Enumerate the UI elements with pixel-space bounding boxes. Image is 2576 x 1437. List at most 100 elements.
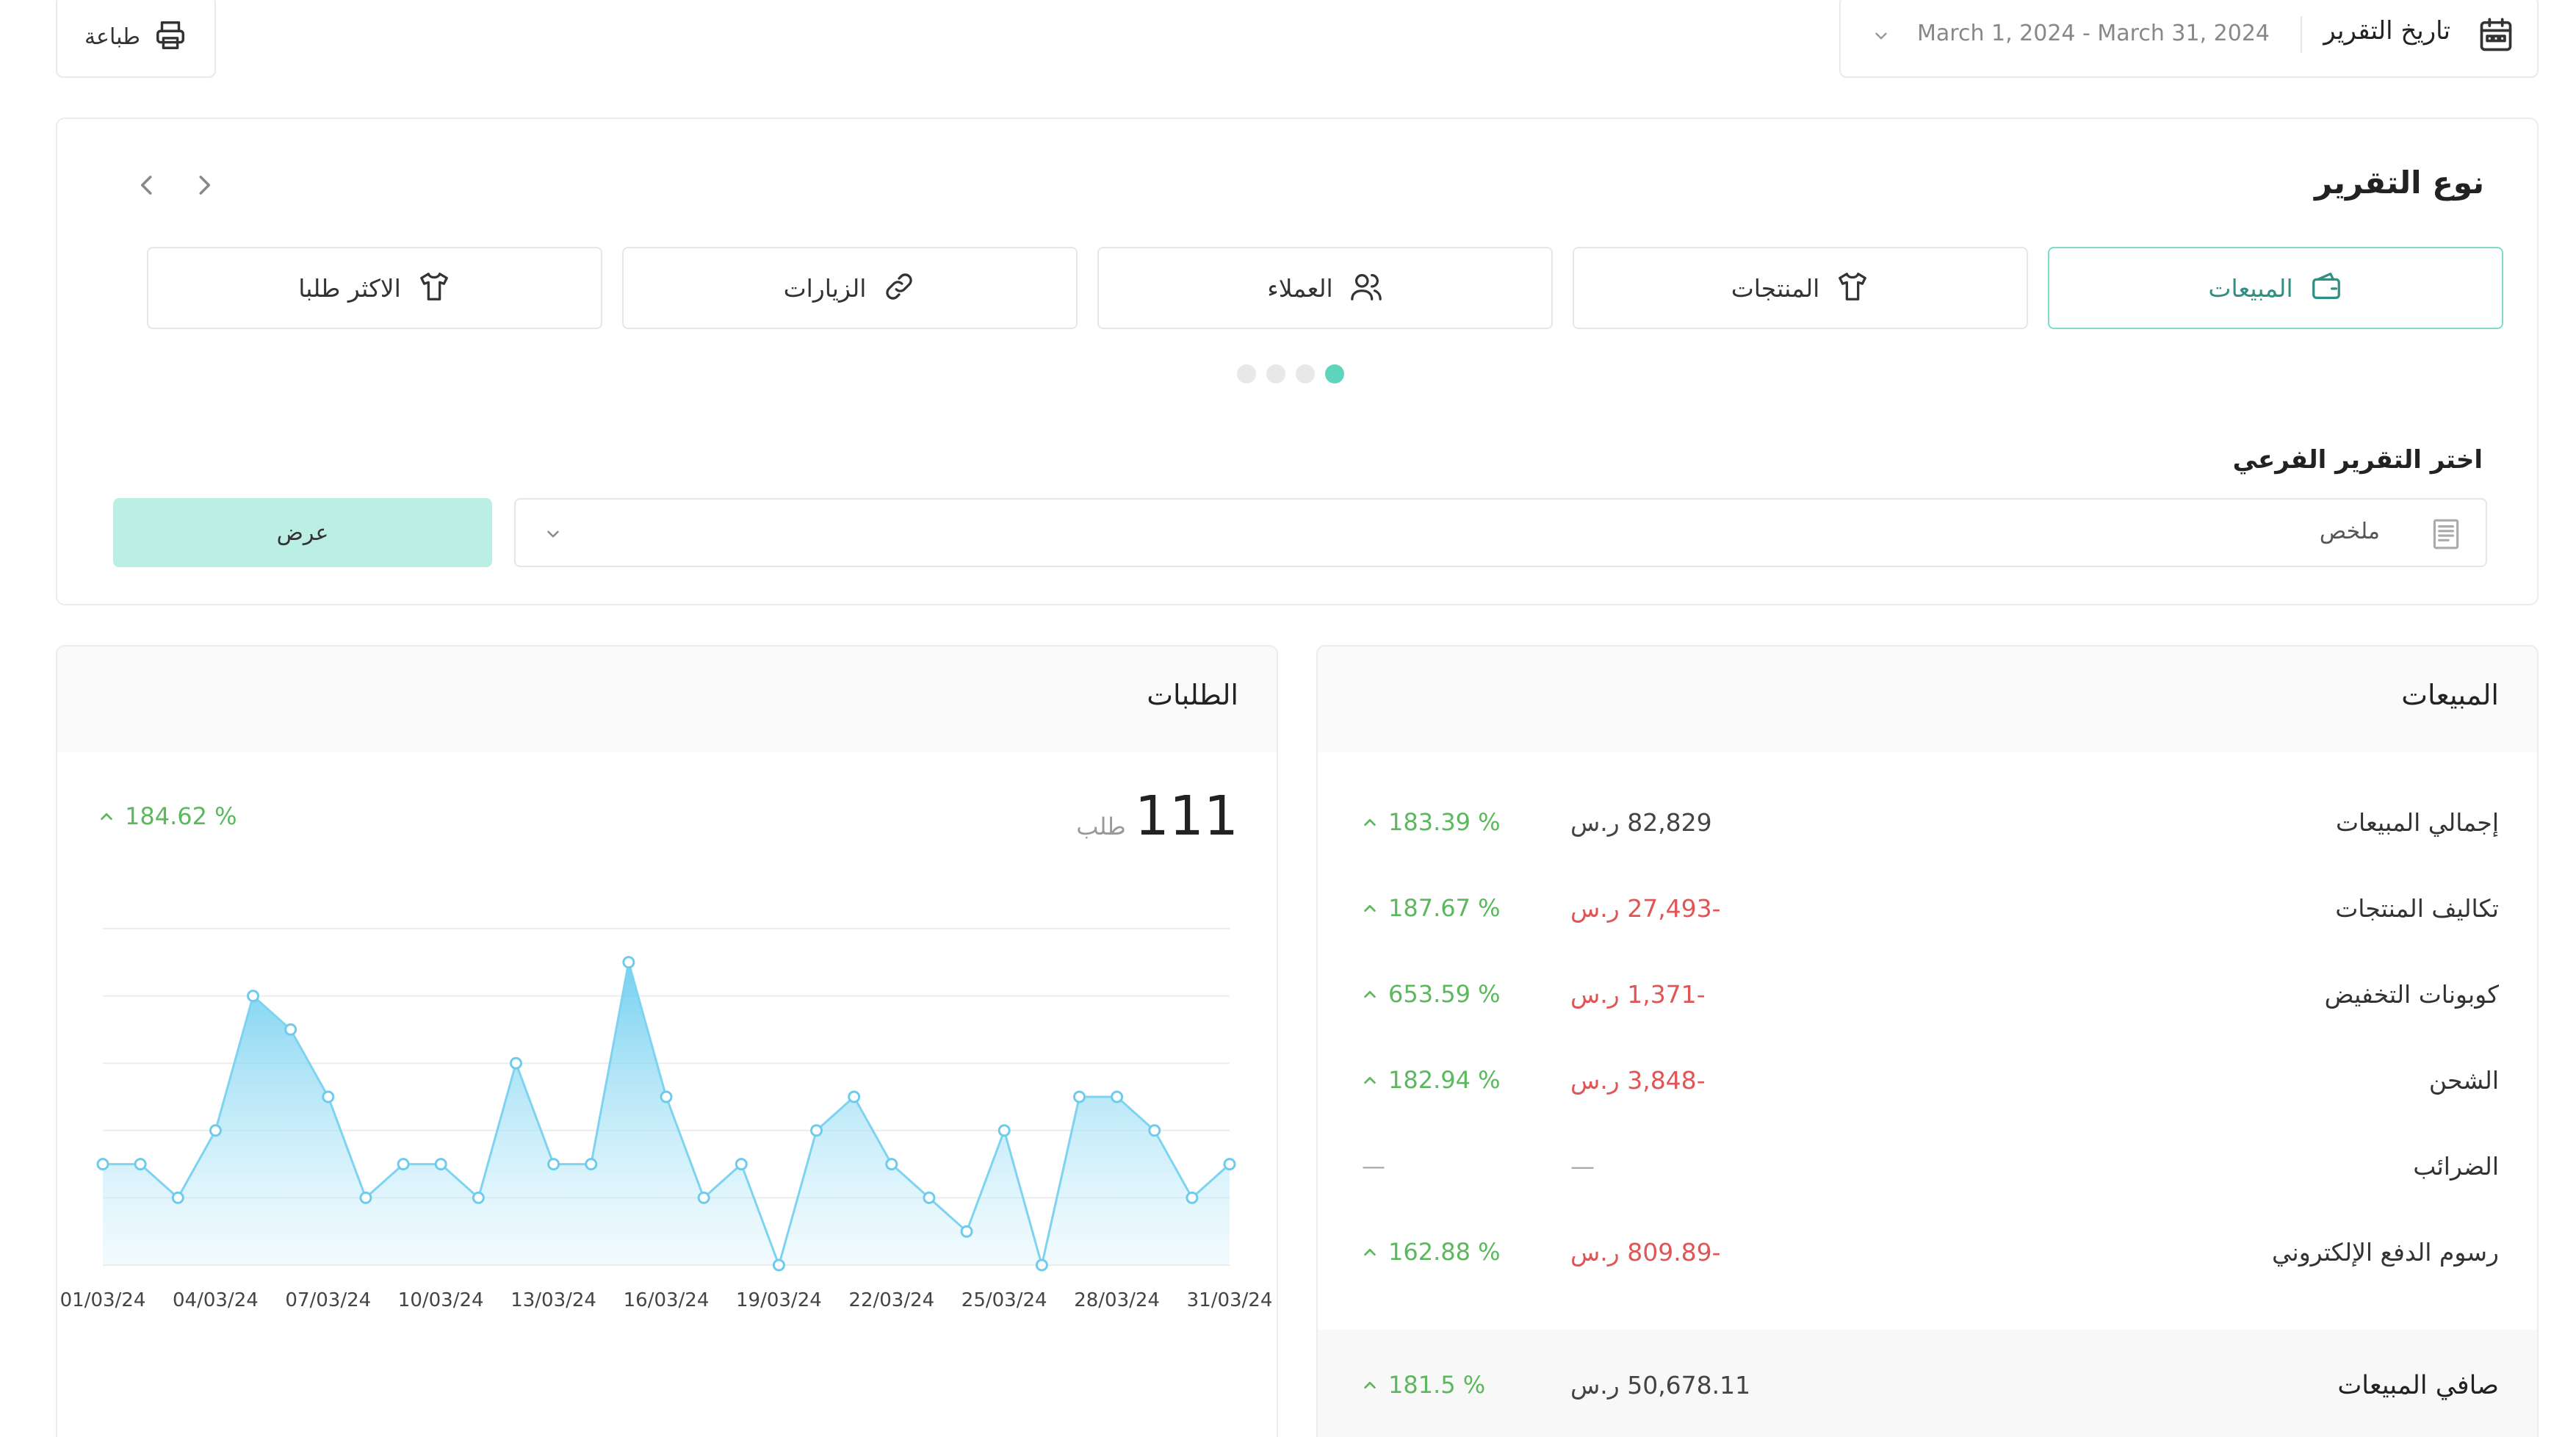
net-sales-change-value: 181.5 % xyxy=(1388,1371,1486,1399)
document-icon xyxy=(2427,516,2464,555)
chart-point[interactable] xyxy=(509,1056,522,1070)
chart-tick-label: 01/03/24 xyxy=(60,1289,146,1311)
type-label: المنتجات xyxy=(1731,273,1820,303)
arrow-up-icon xyxy=(1364,818,1376,826)
net-sales-amount: 50,678.11 ر.س xyxy=(1570,1371,1751,1400)
sales-row-change: 182.94 % xyxy=(1362,1066,1501,1094)
chart-tick-label: 31/03/24 xyxy=(1187,1289,1273,1311)
chart-point[interactable] xyxy=(810,1124,823,1137)
chart-point[interactable] xyxy=(1186,1191,1199,1204)
arrow-up-icon xyxy=(1364,1076,1376,1084)
printer-icon xyxy=(154,18,187,55)
orders-card: الطلبات 111 طلب 184.62 % 01/03/24 04/03/2… xyxy=(56,645,1278,1437)
chart-point[interactable] xyxy=(322,1090,335,1103)
type-label: المبيعات xyxy=(2208,273,2293,303)
chart-point[interactable] xyxy=(1035,1258,1048,1272)
net-sales-name: صافي المبيعات xyxy=(2337,1371,2499,1400)
divider xyxy=(2301,16,2302,53)
chart-point[interactable] xyxy=(1072,1090,1086,1103)
chart-point[interactable] xyxy=(247,990,260,1003)
sales-row-name: الضرائب xyxy=(2413,1152,2499,1181)
type-label: الزيارات xyxy=(783,273,867,303)
type-label: العملاء xyxy=(1267,273,1333,303)
chart-tick-label: 19/03/24 xyxy=(736,1289,822,1311)
type-most-ordered-button[interactable]: الاكثر طلبا xyxy=(147,247,602,329)
sales-card-header: المبيعات xyxy=(1318,647,2537,752)
carousel-dot[interactable] xyxy=(1266,364,1285,383)
chevron-down-icon xyxy=(544,525,563,547)
chart-point[interactable] xyxy=(772,1258,785,1272)
chart-point[interactable] xyxy=(472,1191,485,1204)
sales-row-name: تكاليف المنتجات xyxy=(2335,894,2499,923)
chart-point[interactable] xyxy=(735,1158,748,1171)
chart-point[interactable] xyxy=(660,1090,673,1103)
chart-point[interactable] xyxy=(697,1191,710,1204)
type-label: الاكثر طلبا xyxy=(298,273,401,303)
date-range-value: March 1, 2024 - March 31, 2024 xyxy=(1917,21,2270,46)
report-type-card: نوع التقرير المبيعات المنتجات العملاء ال… xyxy=(56,118,2539,605)
chart-point[interactable] xyxy=(923,1191,936,1204)
chart-point[interactable] xyxy=(848,1090,861,1103)
chart-point[interactable] xyxy=(885,1158,898,1171)
tshirt-icon xyxy=(417,270,451,306)
chart-point[interactable] xyxy=(209,1124,222,1137)
chart-tick-label: 16/03/24 xyxy=(624,1289,710,1311)
chart-point[interactable] xyxy=(1223,1158,1236,1171)
chart-tick-label: 13/03/24 xyxy=(510,1289,596,1311)
chart-point[interactable] xyxy=(397,1158,410,1171)
sales-card: المبيعات إجمالي المبيعات 82,829 ر.س 183.39… xyxy=(1316,645,2539,1437)
next-arrow-button[interactable] xyxy=(182,163,226,207)
sub-report-select[interactable]: ملخص xyxy=(514,498,2487,567)
type-customers-button[interactable]: العملاء xyxy=(1097,247,1553,329)
type-sales-button[interactable]: المبيعات xyxy=(2048,247,2503,329)
carousel-dot-active[interactable] xyxy=(1325,364,1344,383)
chart-point[interactable] xyxy=(134,1158,147,1171)
chart-tick-label: 28/03/24 xyxy=(1074,1289,1160,1311)
print-button[interactable]: طباعة xyxy=(56,0,216,78)
users-icon xyxy=(1349,270,1383,306)
chevron-down-icon xyxy=(1872,26,1891,48)
chart-point[interactable] xyxy=(997,1124,1011,1137)
chart-point[interactable] xyxy=(96,1158,109,1171)
tshirt-icon xyxy=(1836,270,1869,306)
chart-point[interactable] xyxy=(434,1158,447,1171)
date-range-picker[interactable]: تاريخ التقرير March 1, 2024 - March 31, … xyxy=(1839,0,2539,78)
sales-row-change-value: 162.88 % xyxy=(1388,1238,1501,1266)
sales-row-amount: -809.89 ر.س xyxy=(1570,1238,1721,1267)
carousel-dot[interactable] xyxy=(1237,364,1256,383)
chart-point[interactable] xyxy=(1148,1124,1161,1137)
sales-row-change-value: — xyxy=(1362,1152,1385,1180)
sales-row: تكاليف المنتجات -27,493 ر.س 187.67 % xyxy=(1318,878,2537,944)
chevron-left-icon xyxy=(140,176,152,195)
show-button[interactable]: عرض xyxy=(113,498,492,567)
chart-point[interactable] xyxy=(547,1158,560,1171)
sales-row: كوبونات التخفيض -1,371 ر.س 653.59 % xyxy=(1318,964,2537,1030)
chart-point[interactable] xyxy=(171,1191,184,1204)
sales-row-amount: 82,829 ر.س xyxy=(1570,808,1712,837)
chart-tick-label: 07/03/24 xyxy=(285,1289,371,1311)
sub-report-label: اختر التقرير الفرعي xyxy=(2232,445,2483,475)
arrow-up-icon xyxy=(1364,1381,1376,1389)
sales-row: رسوم الدفع الإلكتروني -809.89 ر.س 162.88 % xyxy=(1318,1222,2537,1288)
carousel-dot[interactable] xyxy=(1296,364,1315,383)
sales-row-change: 187.67 % xyxy=(1362,894,1501,922)
type-products-button[interactable]: المنتجات xyxy=(1573,247,2028,329)
report-date-label: تاريخ التقرير xyxy=(2323,16,2450,46)
chart-point[interactable] xyxy=(284,1023,297,1036)
chart-point[interactable] xyxy=(960,1225,973,1238)
arrow-up-icon xyxy=(1364,1248,1376,1256)
type-visits-button[interactable]: الزيارات xyxy=(622,247,1078,329)
calendar-icon xyxy=(2477,16,2515,57)
prev-arrow-button[interactable] xyxy=(125,163,169,207)
chart-point[interactable] xyxy=(1111,1090,1124,1103)
show-label: عرض xyxy=(276,519,329,546)
sales-row-change-value: 182.94 % xyxy=(1388,1066,1501,1094)
chart-point[interactable] xyxy=(359,1191,372,1204)
net-sales-change: 181.5 % xyxy=(1362,1371,1485,1399)
sales-row-name: إجمالي المبيعات xyxy=(2335,808,2499,837)
orders-chart: 01/03/24 04/03/24 07/03/24 10/03/24 13/03/24… xyxy=(60,928,1273,1311)
sales-row-name: رسوم الدفع الإلكتروني xyxy=(2272,1238,2499,1267)
chart-point[interactable] xyxy=(585,1158,598,1171)
wallet-icon xyxy=(2309,270,2343,306)
chart-point[interactable] xyxy=(622,956,635,969)
